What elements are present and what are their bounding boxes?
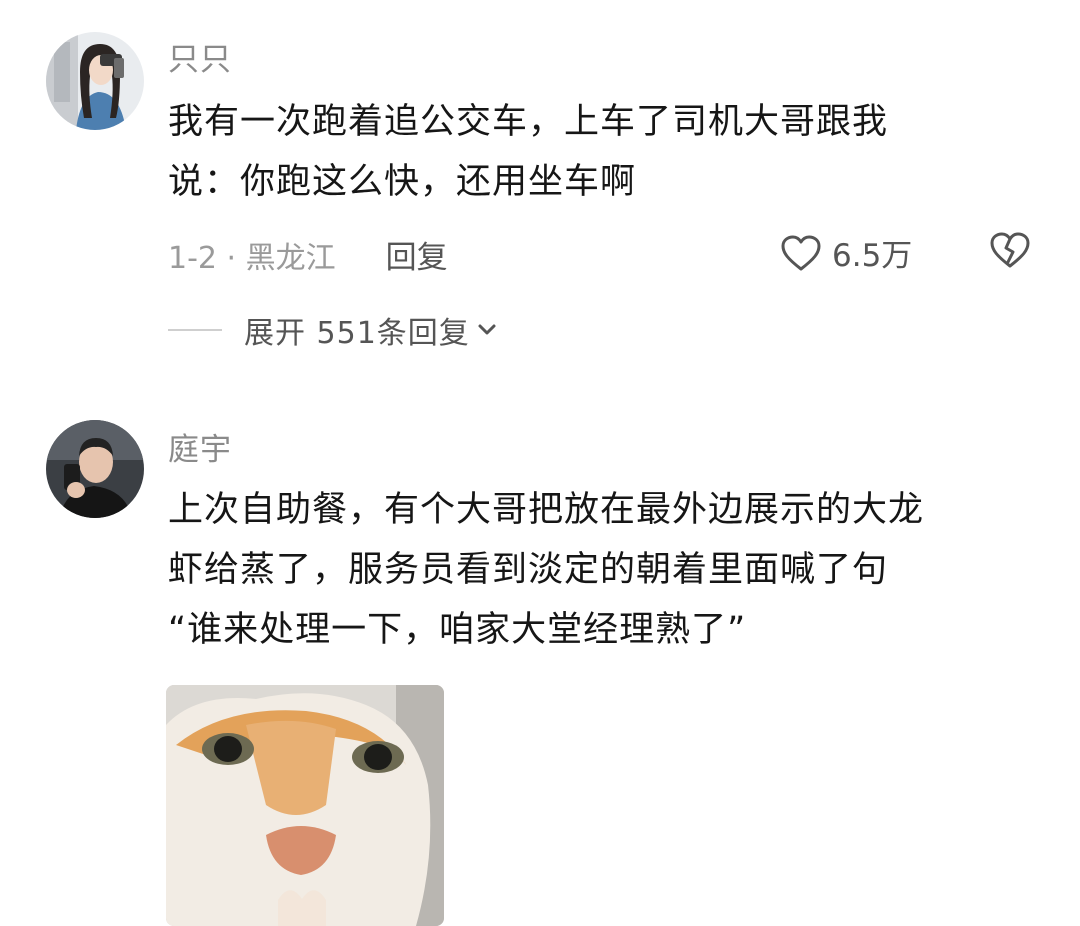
like-count: 6.5万 (832, 238, 913, 274)
heart-icon (781, 235, 821, 270)
avatar[interactable] (46, 32, 144, 130)
comment-meta: 1-2 · 黑龙江 回复 (168, 232, 448, 277)
comment-text-line: 我有一次跑着追公交车，上车了司机大哥跟我 (168, 102, 889, 142)
username[interactable]: 只只 (168, 34, 232, 79)
comment-list: 只只 我有一次跑着追公交车，上车了司机大哥跟我 说：你跑这么快，还用坐车啊 1-… (0, 0, 1080, 926)
dislike-button[interactable] (988, 230, 1032, 274)
comment-item: 庭宇 上次自助餐，有个大哥把放在最外边展示的大龙 虾给蒸了，服务员看到淡定的朝着… (0, 400, 1080, 926)
username[interactable]: 庭宇 (168, 424, 232, 469)
comment-text: 上次自助餐，有个大哥把放在最外边展示的大龙 虾给蒸了，服务员看到淡定的朝着里面喊… (168, 480, 1038, 660)
comment-date-location: 1-2 · 黑龙江 (168, 240, 336, 276)
meme-image[interactable] (166, 685, 444, 926)
like-button[interactable]: 6.5万 (780, 230, 912, 275)
comment-text: 我有一次跑着追公交车，上车了司机大哥跟我 说：你跑这么快，还用坐车啊 (168, 92, 1038, 212)
comment-text-line: 说：你跑这么快，还用坐车啊 (168, 162, 637, 202)
comment-text-line: 虾给蒸了，服务员看到淡定的朝着里面喊了句 (168, 550, 889, 590)
divider (168, 329, 222, 331)
comment-text-line: “谁来处理一下，咱家大堂经理熟了” (168, 610, 747, 650)
comment-text-line: 上次自助餐，有个大哥把放在最外边展示的大龙 (168, 490, 925, 530)
expand-replies-label: 展开 551条回复 (244, 316, 470, 351)
avatar[interactable] (46, 420, 144, 518)
reply-button[interactable]: 回复 (386, 232, 448, 277)
broken-heart-icon (990, 232, 1030, 268)
comment-item: 只只 我有一次跑着追公交车，上车了司机大哥跟我 说：你跑这么快，还用坐车啊 1-… (0, 0, 1080, 380)
chevron-down-icon (478, 324, 496, 335)
expand-replies-button[interactable]: 展开 551条回复 (168, 308, 498, 352)
